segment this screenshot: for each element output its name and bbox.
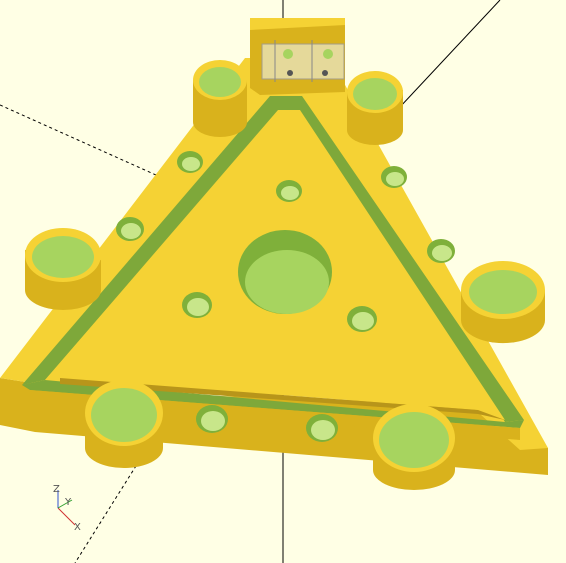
mount-screw-1 bbox=[287, 70, 293, 76]
screw-hole-3 bbox=[381, 166, 407, 188]
screw-hole-6 bbox=[182, 292, 212, 318]
post-right bbox=[461, 261, 545, 344]
post-left bbox=[25, 228, 101, 310]
mount-screw-2 bbox=[322, 70, 328, 76]
mount-hole-2 bbox=[323, 49, 333, 59]
center-hole-floor bbox=[245, 250, 329, 314]
render-canvas[interactable]: Z Y X bbox=[0, 0, 566, 563]
post-bottom-right bbox=[373, 404, 455, 490]
post-top-left bbox=[193, 60, 247, 137]
post-bottom-left bbox=[85, 380, 163, 468]
screw-hole-9 bbox=[306, 414, 338, 442]
center-hole bbox=[238, 230, 332, 314]
gizmo-x-line bbox=[57, 507, 76, 526]
axis-gizmo: Z Y X bbox=[53, 484, 81, 533]
gizmo-z-label: Z bbox=[53, 484, 60, 495]
screw-hole-7 bbox=[347, 306, 377, 332]
screw-hole-8 bbox=[196, 405, 228, 433]
mount-hole-1 bbox=[283, 49, 293, 59]
screw-hole-2 bbox=[276, 180, 302, 202]
gizmo-y-label: Y bbox=[64, 497, 72, 508]
screw-hole-1 bbox=[177, 151, 203, 173]
gizmo-x-label: X bbox=[74, 522, 81, 533]
post-top-right bbox=[347, 71, 403, 145]
screw-hole-5 bbox=[427, 239, 455, 263]
mount-block-transparent-part bbox=[261, 43, 345, 80]
screw-hole-4 bbox=[116, 217, 144, 241]
mount-block bbox=[250, 18, 345, 95]
3d-viewport[interactable]: Z Y X bbox=[0, 0, 566, 563]
